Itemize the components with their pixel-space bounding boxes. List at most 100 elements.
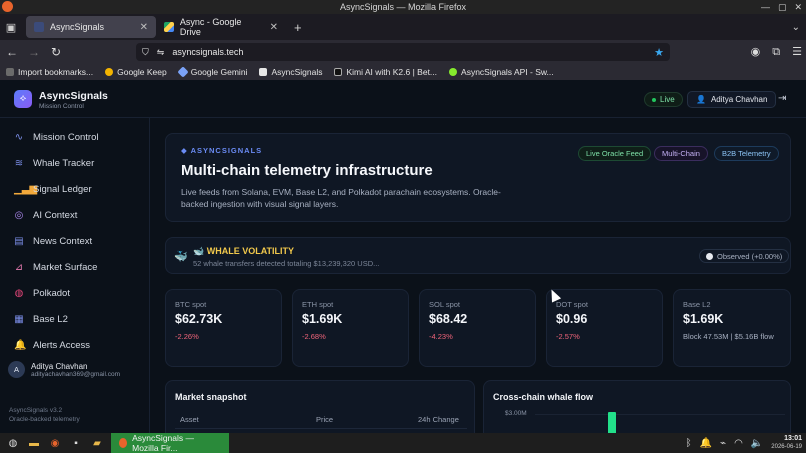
close-window-icon[interactable]: ✕: [794, 0, 802, 14]
url-text[interactable]: asyncsignals.tech: [172, 47, 243, 57]
gemini-icon: [177, 66, 189, 78]
observed-label: Observed (+0.00%): [717, 251, 783, 261]
news-icon: ▤: [14, 236, 24, 247]
extensions-icon[interactable]: ⧉: [772, 40, 780, 64]
tab-asyncsignals[interactable]: AsyncSignals ✕: [26, 16, 156, 38]
bookmark-star-icon[interactable]: ★: [654, 46, 664, 59]
wifi-icon[interactable]: ◠: [734, 438, 743, 449]
maximize-icon[interactable]: ▢: [778, 0, 787, 14]
spot-value: $1.69K: [683, 312, 724, 326]
reload-icon[interactable]: ↻: [46, 45, 66, 59]
gridline: [535, 414, 785, 415]
chart-icon: ⊿: [14, 262, 24, 273]
tab-google-drive[interactable]: Async - Google Drive ✕: [156, 16, 286, 38]
sidebar-user-name: Aditya Chavhan: [31, 361, 88, 371]
terminal-icon[interactable]: ▪: [68, 436, 84, 450]
back-icon[interactable]: ←: [2, 45, 22, 59]
live-dot-icon: [652, 97, 656, 102]
whale-title: 🐋 WHALE VOLATILITY: [193, 246, 295, 256]
bookmark-label: AsyncSignals: [271, 67, 323, 77]
spot-info: Block 47.53M | $5.16B flow: [683, 332, 774, 341]
bluetooth-icon[interactable]: ᛒ: [686, 438, 692, 449]
taskbar-window-firefox[interactable]: AsyncSignals — Mozilla Fir...: [111, 433, 229, 453]
whale-summary: 52 whale transfers detected totaling $13…: [193, 259, 380, 268]
sidebar-item-ai-context[interactable]: ◎ AI Context: [14, 210, 78, 221]
brand-name: AsyncSignals: [39, 90, 108, 102]
asyncsignals-icon: [259, 68, 268, 76]
import-icon: [6, 68, 14, 76]
sidebar-item-label: Base L2: [33, 314, 68, 325]
bookmark-label: Import bookmarks...: [18, 67, 94, 77]
main-content: ◆ ASYNCSIGNALS Multi-chain telemetry inf…: [150, 118, 806, 433]
sidebar-item-base-l2[interactable]: ▦ Base L2: [14, 314, 68, 325]
bars-icon: ▁▃▆: [14, 184, 38, 195]
sidebar-item-alerts-access[interactable]: 🔔 Alerts Access: [14, 340, 90, 351]
bookmarks-toolbar: Import bookmarks... Google Keep Google G…: [0, 64, 806, 80]
sidebar-item-whale-tracker[interactable]: ≋ Whale Tracker: [14, 158, 94, 169]
chip-multi-chain[interactable]: Multi-Chain: [654, 146, 708, 161]
shield-icon[interactable]: ⛉: [142, 47, 149, 58]
bookmark-api[interactable]: AsyncSignals API - Sw...: [449, 67, 554, 77]
spot-change: -2.57%: [556, 332, 580, 341]
network-icon[interactable]: ⌁: [720, 438, 726, 449]
bookmark-import[interactable]: Import bookmarks...: [6, 67, 93, 77]
logout-icon[interactable]: ⇥: [778, 93, 786, 104]
spot-card-base-l2: Base L2 $1.69K Block 47.53M | $5.16B flo…: [673, 289, 791, 367]
column-header-asset[interactable]: Asset: [180, 415, 199, 424]
spot-label: BTC spot: [175, 300, 207, 309]
polkadot-icon: ◍: [14, 288, 24, 299]
list-tabs-icon[interactable]: ⌄: [792, 22, 800, 33]
notifications-icon[interactable]: 🔔: [700, 438, 712, 449]
clock-date: 2026-06-19: [771, 444, 802, 450]
sidebar-user[interactable]: A Aditya Chavhan adityachavhan369@gmail.…: [8, 361, 120, 378]
taskbar: ◍ ▬ ◉ ▪ ▰ AsyncSignals — Mozilla Fir... …: [0, 433, 806, 453]
close-tab-icon[interactable]: ✕: [270, 22, 278, 33]
firefox-launcher-icon[interactable]: ◉: [47, 436, 63, 450]
bookmark-kimi[interactable]: Kimi AI with K2.6 | Bet...: [334, 67, 437, 77]
new-tab-icon[interactable]: +: [294, 20, 302, 35]
chip-live-oracle-feed[interactable]: Live Oracle Feed: [578, 146, 652, 161]
whale-icon: 🐳: [174, 251, 188, 263]
app-menu-icon[interactable]: ◍: [5, 436, 21, 450]
chip-b2b-telemetry[interactable]: B2B Telemetry: [714, 146, 779, 161]
files-icon[interactable]: ▬: [26, 436, 42, 450]
bookmark-google-gemini[interactable]: Google Gemini: [177, 66, 248, 78]
spot-label: Base L2: [683, 300, 711, 309]
flow-bar[interactable]: [608, 412, 616, 433]
minimize-icon[interactable]: —: [761, 0, 770, 14]
column-header-change[interactable]: 24h Change: [418, 415, 459, 424]
api-icon: [449, 68, 458, 76]
sidebar-item-label: Whale Tracker: [33, 158, 95, 169]
volume-icon[interactable]: 🔈: [751, 438, 763, 449]
firefox-icon: [119, 438, 128, 448]
bookmark-label: Google Gemini: [190, 67, 248, 77]
forward-icon[interactable]: →: [24, 45, 44, 59]
app-logo-icon: ⟡: [14, 90, 32, 108]
sidebar-item-label: Alerts Access: [33, 340, 91, 351]
sidebar-item-news-context[interactable]: ▤ News Context: [14, 236, 92, 247]
bookmark-label: AsyncSignals API - Sw...: [461, 67, 554, 77]
whale-volatility-card: 🐳 🐋 WHALE VOLATILITY 52 whale transfers …: [165, 237, 791, 274]
google-drive-favicon: [164, 22, 174, 32]
spot-card-dot: DOT spot $0.96 -2.57%: [546, 289, 663, 367]
account-icon[interactable]: ◉: [751, 40, 761, 64]
clock[interactable]: 13:01 2026-06-19: [771, 435, 802, 451]
menu-icon[interactable]: ☰: [792, 40, 802, 64]
site-info-icon[interactable]: ⇋: [157, 47, 165, 58]
url-bar[interactable]: ⛉ ⇋ asyncsignals.tech ★: [136, 43, 670, 61]
folder-icon[interactable]: ▰: [89, 436, 105, 450]
close-tab-icon[interactable]: ✕: [140, 22, 148, 33]
layers-icon: ▦: [14, 314, 24, 325]
bookmark-google-keep[interactable]: Google Keep: [105, 67, 167, 77]
tab-overview-icon[interactable]: ▣: [0, 21, 22, 34]
sidebar-item-mission-control[interactable]: ∿ Mission Control: [14, 132, 99, 143]
sidebar-item-polkadot[interactable]: ◍ Polkadot: [14, 288, 70, 299]
sidebar-item-signal-ledger[interactable]: ▁▃▆ Signal Ledger: [14, 184, 92, 195]
column-header-price[interactable]: Price: [316, 415, 333, 424]
sidebar-item-market-surface[interactable]: ⊿ Market Surface: [14, 262, 98, 273]
spot-value: $62.73K: [175, 312, 223, 326]
user-button[interactable]: 👤 Aditya Chavhan: [687, 91, 777, 108]
spot-change: -4.23%: [429, 332, 453, 341]
user-name: Aditya Chavhan: [710, 95, 768, 104]
bookmark-asyncsignals[interactable]: AsyncSignals: [259, 67, 322, 77]
